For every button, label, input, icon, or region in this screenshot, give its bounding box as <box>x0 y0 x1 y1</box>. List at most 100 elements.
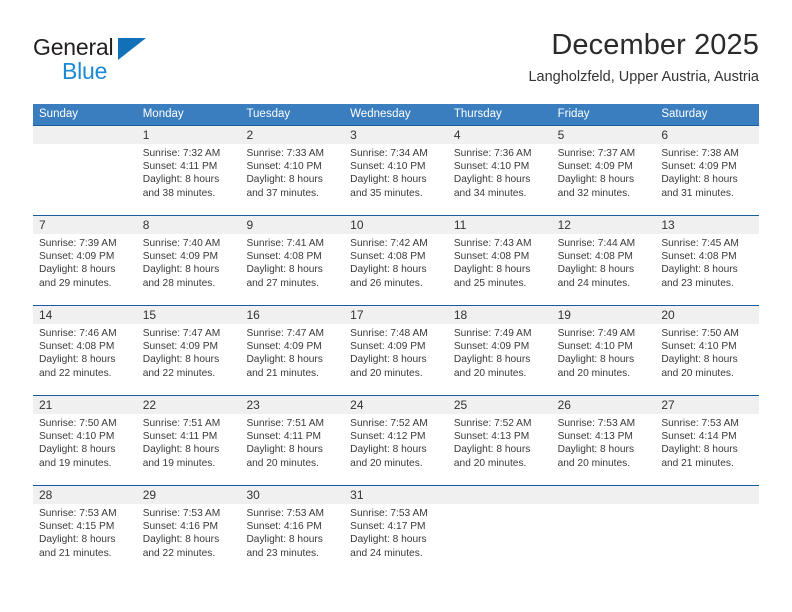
day-cell[interactable]: 2 Sunrise: 7:33 AM Sunset: 4:10 PM Dayli… <box>240 126 345 215</box>
day-cell[interactable]: 26 Sunrise: 7:53 AM Sunset: 4:13 PM Dayl… <box>551 396 656 485</box>
sunset-text: Sunset: 4:08 PM <box>661 251 737 263</box>
day-number: 17 <box>344 306 448 324</box>
calendar-page: General Blue December 2025 Langholzfeld,… <box>0 0 792 612</box>
day-details: Sunrise: 7:51 AM Sunset: 4:11 PM Dayligh… <box>137 414 241 470</box>
day-cell[interactable]: 16 Sunrise: 7:47 AM Sunset: 4:09 PM Dayl… <box>240 306 345 395</box>
day-cell[interactable]: 14 Sunrise: 7:46 AM Sunset: 4:08 PM Dayl… <box>33 306 137 395</box>
day-cell[interactable]: 13 Sunrise: 7:45 AM Sunset: 4:08 PM Dayl… <box>655 216 760 305</box>
daylight-text-line2: and 35 minutes. <box>350 187 423 199</box>
sunrise-text: Sunrise: 7:50 AM <box>39 418 117 429</box>
sunrise-text: Sunrise: 7:39 AM <box>39 238 117 249</box>
day-cell[interactable]: 23 Sunrise: 7:51 AM Sunset: 4:11 PM Dayl… <box>240 396 345 485</box>
day-cell[interactable] <box>447 486 552 575</box>
day-cell[interactable] <box>551 486 656 575</box>
day-cell[interactable]: 29 Sunrise: 7:53 AM Sunset: 4:16 PM Dayl… <box>136 486 241 575</box>
daylight-text-line2: and 20 minutes. <box>246 457 319 469</box>
day-number: 9 <box>240 216 345 234</box>
day-number: 5 <box>551 126 656 144</box>
sunset-text: Sunset: 4:11 PM <box>246 431 321 443</box>
day-number <box>33 126 137 144</box>
daylight-text-line1: Daylight: 8 hours <box>142 354 220 366</box>
sunset-text: Sunset: 4:10 PM <box>453 161 530 173</box>
daylight-text-line2: and 37 minutes. <box>246 187 319 199</box>
day-cell[interactable]: 20 Sunrise: 7:50 AM Sunset: 4:10 PM Dayl… <box>655 306 760 395</box>
sunset-text: Sunset: 4:08 PM <box>453 251 530 263</box>
daylight-text-line2: and 21 minutes. <box>661 457 734 469</box>
daylight-text-line1: Daylight: 8 hours <box>661 444 738 456</box>
day-cell[interactable]: 25 Sunrise: 7:52 AM Sunset: 4:13 PM Dayl… <box>447 396 552 485</box>
day-cell[interactable]: 11 Sunrise: 7:43 AM Sunset: 4:08 PM Dayl… <box>447 216 552 305</box>
sunset-text: Sunset: 4:14 PM <box>661 431 737 443</box>
day-cell[interactable]: 7 Sunrise: 7:39 AM Sunset: 4:09 PM Dayli… <box>33 216 137 305</box>
day-cell[interactable]: 15 Sunrise: 7:47 AM Sunset: 4:09 PM Dayl… <box>136 306 241 395</box>
weekday-header-row: Sunday Monday Tuesday Wednesday Thursday… <box>33 104 759 125</box>
day-cell[interactable]: 21 Sunrise: 7:50 AM Sunset: 4:10 PM Dayl… <box>33 396 137 485</box>
day-number <box>447 486 552 504</box>
sunset-text: Sunset: 4:09 PM <box>661 161 737 173</box>
day-cell[interactable]: 3 Sunrise: 7:34 AM Sunset: 4:10 PM Dayli… <box>344 126 448 215</box>
day-details: Sunrise: 7:49 AM Sunset: 4:09 PM Dayligh… <box>448 324 552 380</box>
daylight-text-line2: and 19 minutes. <box>39 457 112 469</box>
daylight-text-line1: Daylight: 8 hours <box>453 264 531 276</box>
sunset-text: Sunset: 4:13 PM <box>453 431 530 443</box>
sunrise-text: Sunrise: 7:43 AM <box>453 238 532 249</box>
day-cell[interactable]: 18 Sunrise: 7:49 AM Sunset: 4:09 PM Dayl… <box>447 306 552 395</box>
day-details: Sunrise: 7:38 AM Sunset: 4:09 PM Dayligh… <box>655 144 759 200</box>
day-cell[interactable]: 9 Sunrise: 7:41 AM Sunset: 4:08 PM Dayli… <box>240 216 345 305</box>
daylight-text-line2: and 21 minutes. <box>39 547 112 559</box>
sunrise-text: Sunrise: 7:53 AM <box>350 508 428 519</box>
daylight-text-line1: Daylight: 8 hours <box>453 354 531 366</box>
day-details <box>448 504 552 507</box>
general-blue-logo[interactable]: General Blue <box>33 34 213 86</box>
day-cell[interactable]: 17 Sunrise: 7:48 AM Sunset: 4:09 PM Dayl… <box>344 306 448 395</box>
day-number: 27 <box>655 396 760 414</box>
page-subtitle: Langholzfeld, Upper Austria, Austria <box>528 69 759 85</box>
day-cell[interactable] <box>655 486 760 575</box>
daylight-text-line1: Daylight: 8 hours <box>661 174 738 186</box>
day-number: 23 <box>240 396 345 414</box>
day-cell[interactable]: 31 Sunrise: 7:53 AM Sunset: 4:17 PM Dayl… <box>344 486 448 575</box>
day-cell[interactable]: 8 Sunrise: 7:40 AM Sunset: 4:09 PM Dayli… <box>136 216 241 305</box>
sunset-text: Sunset: 4:09 PM <box>453 341 530 353</box>
daylight-text-line1: Daylight: 8 hours <box>246 534 323 546</box>
day-number: 4 <box>447 126 552 144</box>
day-details: Sunrise: 7:49 AM Sunset: 4:10 PM Dayligh… <box>552 324 656 380</box>
sunset-text: Sunset: 4:09 PM <box>142 341 219 353</box>
day-cell[interactable]: 10 Sunrise: 7:42 AM Sunset: 4:08 PM Dayl… <box>344 216 448 305</box>
day-number: 2 <box>240 126 345 144</box>
day-details: Sunrise: 7:41 AM Sunset: 4:08 PM Dayligh… <box>240 234 344 290</box>
daylight-text-line2: and 20 minutes. <box>557 367 631 379</box>
daylight-text-line1: Daylight: 8 hours <box>453 174 531 186</box>
day-cell[interactable]: 28 Sunrise: 7:53 AM Sunset: 4:15 PM Dayl… <box>33 486 137 575</box>
daylight-text-line2: and 21 minutes. <box>246 367 319 379</box>
day-cell[interactable]: 27 Sunrise: 7:53 AM Sunset: 4:14 PM Dayl… <box>655 396 760 485</box>
day-cell[interactable]: 12 Sunrise: 7:44 AM Sunset: 4:08 PM Dayl… <box>551 216 656 305</box>
day-cell[interactable]: 6 Sunrise: 7:38 AM Sunset: 4:09 PM Dayli… <box>655 126 760 215</box>
day-cell[interactable]: 5 Sunrise: 7:37 AM Sunset: 4:09 PM Dayli… <box>551 126 656 215</box>
day-cell[interactable]: 24 Sunrise: 7:52 AM Sunset: 4:12 PM Dayl… <box>344 396 448 485</box>
daylight-text-line2: and 24 minutes. <box>557 277 631 289</box>
day-details: Sunrise: 7:53 AM Sunset: 4:14 PM Dayligh… <box>655 414 759 470</box>
logo-text-blue: Blue <box>62 58 108 84</box>
day-cell[interactable]: 4 Sunrise: 7:36 AM Sunset: 4:10 PM Dayli… <box>447 126 552 215</box>
weekday-header-friday: Friday <box>557 108 590 120</box>
daylight-text-line2: and 31 minutes. <box>661 187 734 199</box>
day-number: 26 <box>551 396 656 414</box>
sunrise-text: Sunrise: 7:41 AM <box>246 238 325 249</box>
sunset-text: Sunset: 4:16 PM <box>142 521 219 533</box>
day-cell[interactable]: 19 Sunrise: 7:49 AM Sunset: 4:10 PM Dayl… <box>551 306 656 395</box>
day-cell[interactable]: 1 Sunrise: 7:32 AM Sunset: 4:11 PM Dayli… <box>136 126 241 215</box>
day-details: Sunrise: 7:47 AM Sunset: 4:09 PM Dayligh… <box>137 324 241 380</box>
daylight-text-line2: and 38 minutes. <box>142 187 216 199</box>
day-cell[interactable] <box>33 126 137 215</box>
day-number: 12 <box>551 216 656 234</box>
day-cell[interactable]: 22 Sunrise: 7:51 AM Sunset: 4:11 PM Dayl… <box>136 396 241 485</box>
daylight-text-line1: Daylight: 8 hours <box>350 354 427 366</box>
sunset-text: Sunset: 4:08 PM <box>39 341 115 353</box>
day-number: 14 <box>33 306 137 324</box>
daylight-text-line2: and 20 minutes. <box>453 367 527 379</box>
sunset-text: Sunset: 4:09 PM <box>350 341 426 353</box>
sunset-text: Sunset: 4:16 PM <box>246 521 322 533</box>
day-number: 25 <box>447 396 552 414</box>
day-cell[interactable]: 30 Sunrise: 7:53 AM Sunset: 4:16 PM Dayl… <box>240 486 345 575</box>
